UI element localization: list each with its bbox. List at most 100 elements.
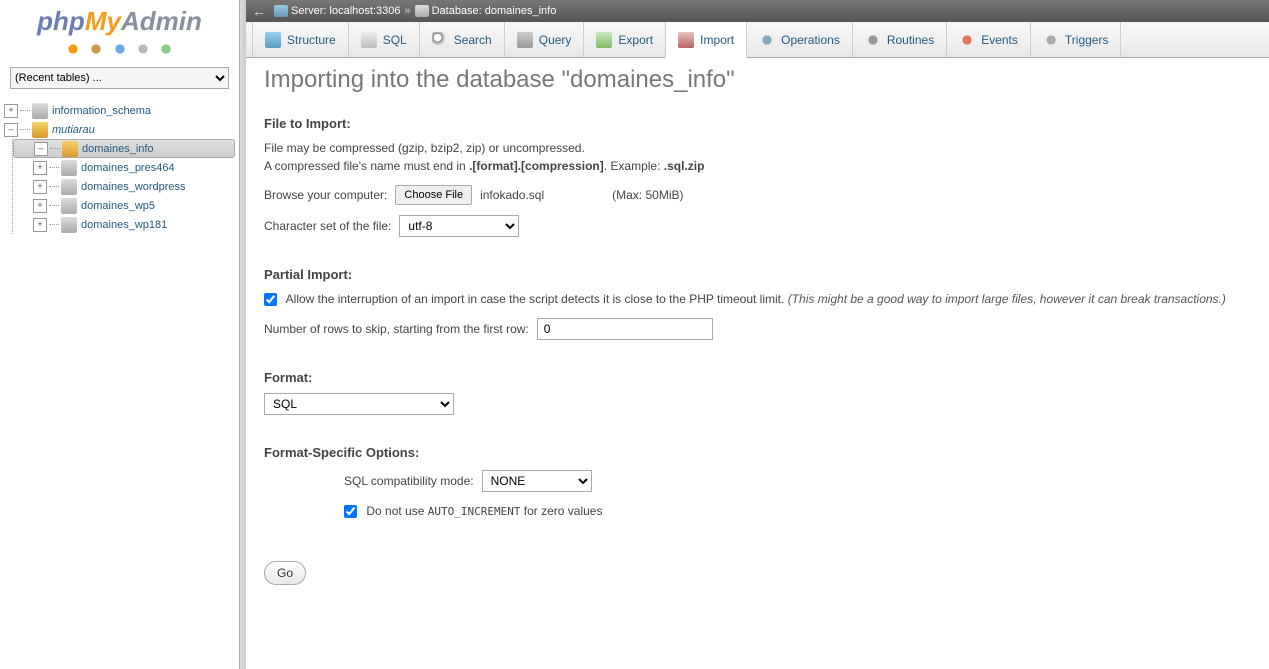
- tab-query[interactable]: Query: [504, 22, 585, 57]
- charset-select[interactable]: utf-8: [399, 215, 519, 237]
- format-select[interactable]: SQL: [264, 393, 454, 415]
- expand-icon[interactable]: +: [33, 180, 47, 194]
- allow-interrupt-note: (This might be a good way to import larg…: [788, 292, 1226, 306]
- allow-interrupt-row: Allow the interruption of an import in c…: [264, 290, 1251, 308]
- allow-interrupt-checkbox[interactable]: [264, 293, 277, 306]
- import-icon: [678, 32, 694, 48]
- search-icon: [432, 32, 448, 48]
- tab-structure[interactable]: Structure: [252, 22, 349, 57]
- tree-db-label[interactable]: mutiarau: [52, 124, 95, 136]
- section-title: File to Import:: [264, 116, 1251, 131]
- no-autoincrement-checkbox[interactable]: [344, 505, 357, 518]
- expand-icon[interactable]: +: [4, 104, 18, 118]
- reload-icon[interactable]: [158, 41, 174, 57]
- logo[interactable]: phpMyAdmin: [0, 0, 239, 39]
- expand-icon[interactable]: +: [33, 218, 47, 232]
- structure-icon: [265, 32, 281, 48]
- tab-export[interactable]: Export: [583, 22, 666, 57]
- database-icon: [415, 5, 429, 17]
- query-icon: [517, 32, 533, 48]
- home-icon[interactable]: [65, 41, 81, 57]
- tree-db-label[interactable]: domaines_wp181: [81, 219, 167, 231]
- server-icon: [274, 5, 288, 17]
- database-icon: [61, 179, 77, 195]
- export-icon: [596, 32, 612, 48]
- tab-import[interactable]: Import: [665, 22, 747, 58]
- tree-db-label[interactable]: information_schema: [52, 105, 151, 117]
- no-autoincrement-label-b: AUTO_INCREMENT: [428, 505, 521, 518]
- logo-my: My: [85, 6, 121, 36]
- sidebar-quick-icons: [0, 39, 239, 63]
- collapse-icon[interactable]: –: [4, 123, 18, 137]
- tree-db-domaines-pres464[interactable]: + domaines_pres464: [13, 158, 235, 177]
- expand-icon[interactable]: +: [33, 199, 47, 213]
- tree-db-label[interactable]: domaines_pres464: [81, 162, 175, 174]
- breadcrumb-database[interactable]: Database: domaines_info: [432, 5, 557, 17]
- no-autoincrement-label-c: for zero values: [520, 504, 602, 518]
- expand-icon[interactable]: +: [33, 161, 47, 175]
- tab-search[interactable]: Search: [419, 22, 505, 57]
- breadcrumb-separator: »: [404, 5, 410, 17]
- selected-file-name: infokado.sql: [480, 188, 544, 202]
- allow-interrupt-label: Allow the interruption of an import in c…: [286, 292, 788, 306]
- tab-routines[interactable]: Routines: [852, 22, 947, 57]
- events-icon: [959, 32, 975, 48]
- database-icon: [32, 122, 48, 138]
- content: Importing into the database "domaines_in…: [246, 58, 1269, 669]
- nav-back-icon[interactable]: ←: [252, 3, 266, 19]
- section-partial-import: Partial Import: Allow the interruption o…: [264, 267, 1251, 340]
- triggers-icon: [1043, 32, 1059, 48]
- go-button[interactable]: Go: [264, 561, 306, 585]
- sql-compat-select[interactable]: NONE: [482, 470, 592, 492]
- file-compress-desc: File may be compressed (gzip, bzip2, zip…: [264, 139, 1251, 175]
- query-window-icon[interactable]: [135, 41, 151, 57]
- database-icon: [61, 198, 77, 214]
- breadcrumb: ← Server: localhost:3306 » Database: dom…: [246, 0, 1269, 22]
- section-file-to-import: File to Import: File may be compressed (…: [264, 116, 1251, 237]
- collapse-icon[interactable]: –: [34, 142, 48, 156]
- operations-icon: [759, 32, 775, 48]
- section-format-specific: Format-Specific Options: SQL compatibili…: [264, 445, 1251, 521]
- database-icon: [32, 103, 48, 119]
- tab-operations[interactable]: Operations: [746, 22, 853, 57]
- help-icon[interactable]: [112, 41, 128, 57]
- section-title: Format-Specific Options:: [264, 445, 1251, 460]
- database-icon: [62, 141, 78, 157]
- sql-icon: [361, 32, 377, 48]
- skip-rows-input[interactable]: [537, 318, 713, 340]
- main: ← Server: localhost:3306 » Database: dom…: [246, 0, 1269, 669]
- breadcrumb-server[interactable]: Server: localhost:3306: [291, 5, 400, 17]
- choose-file-button[interactable]: Choose File: [395, 185, 472, 205]
- section-title: Partial Import:: [264, 267, 1251, 282]
- max-size-label: (Max: 50MiB): [612, 188, 683, 202]
- page-title: Importing into the database "domaines_in…: [264, 66, 1251, 94]
- tree-db-information-schema[interactable]: + information_schema: [4, 101, 235, 120]
- section-format: Format: SQL: [264, 370, 1251, 415]
- tabs: Structure SQL Search Query Export Import…: [246, 22, 1269, 58]
- tab-events[interactable]: Events: [946, 22, 1031, 57]
- tree-db-domaines-info[interactable]: – domaines_info: [13, 139, 235, 158]
- tab-triggers[interactable]: Triggers: [1030, 22, 1122, 57]
- logo-php: php: [37, 6, 85, 36]
- tree-db-domaines-wordpress[interactable]: + domaines_wordpress: [13, 177, 235, 196]
- tree-db-mutiarau[interactable]: – mutiarau: [4, 120, 235, 139]
- logout-icon[interactable]: [88, 41, 104, 57]
- section-title: Format:: [264, 370, 1251, 385]
- tree-db-label[interactable]: domaines_info: [82, 143, 154, 155]
- logo-admin: Admin: [121, 6, 202, 36]
- tab-sql[interactable]: SQL: [348, 22, 420, 57]
- tree-db-label[interactable]: domaines_wp5: [81, 200, 155, 212]
- database-icon: [61, 160, 77, 176]
- routines-icon: [865, 32, 881, 48]
- tree-db-domaines-wp181[interactable]: + domaines_wp181: [13, 215, 235, 234]
- sidebar: phpMyAdmin (Recent tables) ... + informa…: [0, 0, 240, 669]
- recent-tables-select[interactable]: (Recent tables) ...: [10, 67, 229, 89]
- tree-db-label[interactable]: domaines_wordpress: [81, 181, 186, 193]
- db-tree: + information_schema – mutiarau – domain…: [0, 99, 239, 236]
- sql-compat-label: SQL compatibility mode:: [344, 474, 474, 488]
- no-autoincrement-label-a: Do not use: [366, 504, 427, 518]
- skip-rows-label: Number of rows to skip, starting from th…: [264, 322, 529, 336]
- tree-db-domaines-wp5[interactable]: + domaines_wp5: [13, 196, 235, 215]
- charset-label: Character set of the file:: [264, 219, 391, 233]
- browse-label: Browse your computer:: [264, 188, 387, 202]
